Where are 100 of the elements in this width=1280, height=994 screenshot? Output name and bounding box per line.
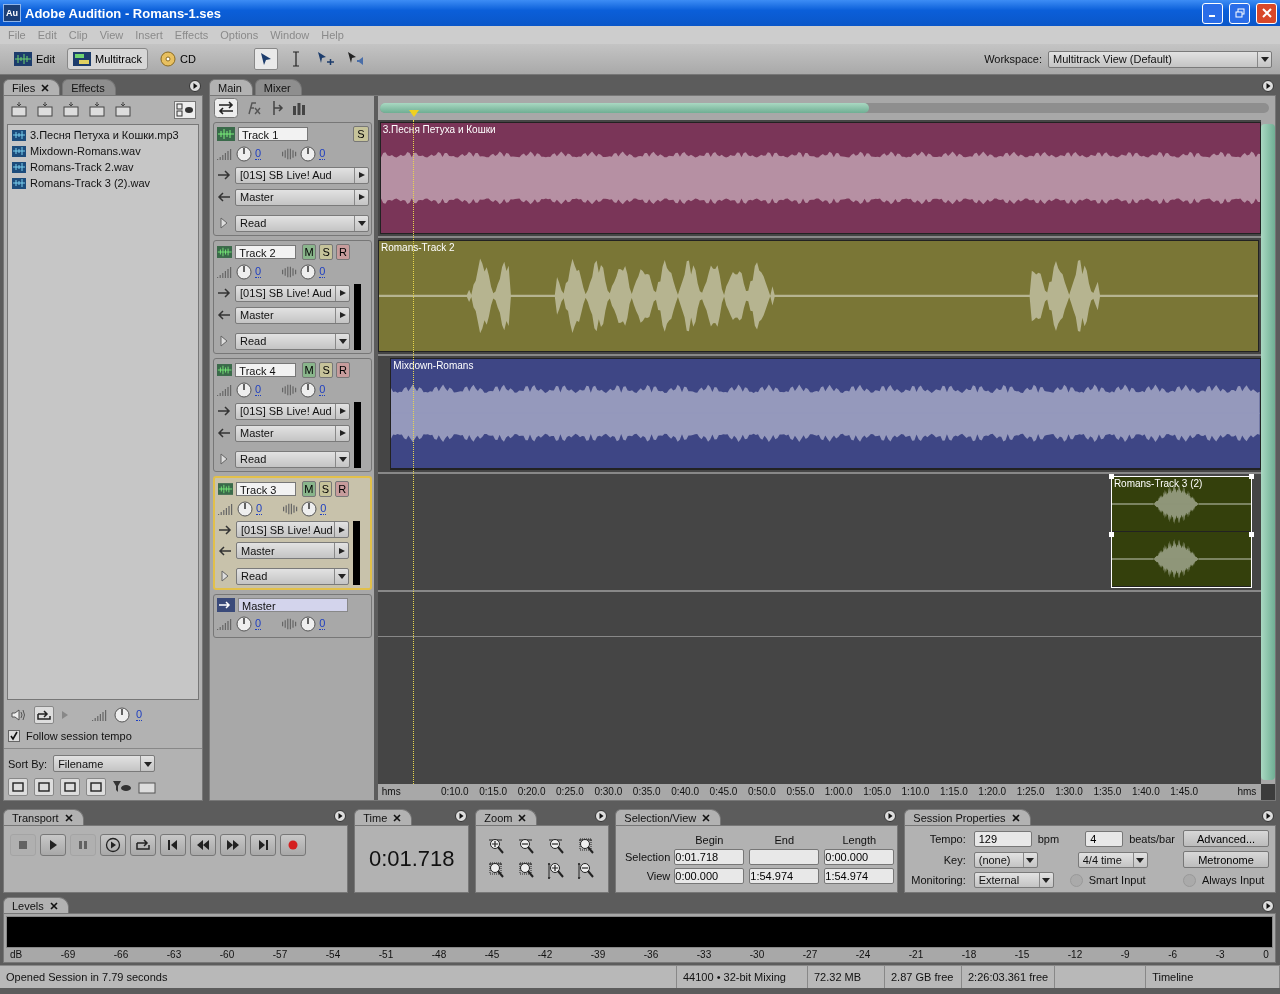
- panel-tab[interactable]: Main: [209, 79, 253, 95]
- pan-value[interactable]: 0: [319, 384, 326, 396]
- volume-value[interactable]: 0: [256, 503, 263, 515]
- end-field[interactable]: [749, 849, 820, 865]
- panel-tab[interactable]: Time: [354, 809, 413, 825]
- zoom-selection-icon[interactable]: [578, 838, 597, 856]
- track-name-field[interactable]: Track 2: [235, 245, 297, 259]
- zoom-selection-icon[interactable]: [518, 862, 537, 880]
- panel-tab[interactable]: Selection/View: [615, 809, 722, 825]
- pan-value[interactable]: 0: [319, 148, 326, 160]
- key-dropdown[interactable]: (none): [973, 851, 1038, 868]
- panel-tab[interactable]: Transport: [3, 809, 84, 825]
- show-options-icon[interactable]: [174, 101, 196, 119]
- time-ruler[interactable]: hms 0:10.0 0:15.0 0:20.0 0:25.0 0:30.0 0:35.0 0:40.0 0:45.0 0:50.0 0:55.0 1:00.0 1:05.0 1:10.0 1:15.0 1:20.0 1:25.0 1:30.0 1:35.0 1:40.0 1:45.0 hms: [378, 784, 1261, 800]
- workspace-dropdown[interactable]: Multitrack View (Default): [1048, 50, 1272, 68]
- volume-knob[interactable]: [236, 264, 252, 280]
- metronome-button[interactable]: Metronome: [1183, 851, 1269, 868]
- rewind-icon[interactable]: [195, 837, 211, 853]
- speaker-icon[interactable]: [8, 708, 28, 722]
- mute-button[interactable]: M: [301, 481, 316, 497]
- panel-menu-icon[interactable]: [1262, 810, 1274, 822]
- solo-button[interactable]: S: [319, 244, 334, 260]
- panel-tab[interactable]: Zoom: [475, 809, 538, 825]
- restore-icon[interactable]: [1234, 8, 1245, 18]
- pan-knob[interactable]: [300, 146, 317, 162]
- volume-knob[interactable]: [236, 616, 252, 632]
- pan-knob[interactable]: [300, 382, 317, 398]
- radio-button[interactable]: [1069, 873, 1083, 887]
- input-dropdown[interactable]: [01S] SB Live! Aud: [235, 166, 369, 184]
- sort-by-dropdown[interactable]: Filename: [53, 755, 156, 772]
- close-icon[interactable]: [393, 813, 402, 822]
- record-arm-button[interactable]: R: [336, 362, 350, 378]
- record-arm-button[interactable]: R: [335, 481, 349, 497]
- volume-value[interactable]: 0: [255, 148, 262, 160]
- begin-field[interactable]: 0:00.000: [674, 868, 745, 884]
- track-header[interactable]: Track 4 M S R 0 0 [01S] SB Live! Aud Master Read: [213, 358, 372, 472]
- media-list-item[interactable]: Mixdown-Romans.wav: [12, 143, 194, 159]
- panel-tab[interactable]: Effects: [62, 79, 116, 95]
- play-button[interactable]: [40, 834, 66, 856]
- output-dropdown[interactable]: Master: [235, 424, 350, 442]
- track-name-field[interactable]: Track 3: [236, 482, 296, 496]
- end-field[interactable]: 1:54.974: [749, 868, 820, 884]
- track-header[interactable]: Track 1 S 0 0 [01S] SB Live! Aud Master Read: [213, 122, 372, 236]
- vertical-scrollbar[interactable]: [1261, 120, 1275, 784]
- loop-button[interactable]: [130, 834, 156, 856]
- track-header[interactable]: Track 3 M S R 0 0 [01S] SB Live! Aud Master Read: [213, 476, 372, 590]
- input-dropdown[interactable]: [01S] SB Live! Aud: [236, 521, 349, 539]
- input-dropdown[interactable]: [01S] SB Live! Aud: [235, 402, 350, 420]
- close-icon[interactable]: [1011, 813, 1020, 822]
- audio-clip[interactable]: Romans-Track 3 (2): [1110, 476, 1253, 588]
- volume-knob[interactable]: [237, 501, 253, 517]
- mute-button[interactable]: M: [302, 244, 317, 260]
- minimize-button[interactable]: [1202, 2, 1223, 24]
- square-icon[interactable]: [38, 782, 50, 792]
- play-from-cursor-button[interactable]: [100, 834, 126, 856]
- fast-forward-icon[interactable]: [225, 837, 241, 853]
- audio-clip[interactable]: Romans-Track 2: [378, 240, 1260, 352]
- pan-knob[interactable]: [300, 264, 317, 280]
- routing-icon[interactable]: [270, 100, 284, 116]
- pan-value[interactable]: 0: [319, 618, 326, 630]
- advanced-button[interactable]: Advanced...: [1183, 830, 1269, 847]
- mode-button[interactable]: Multitrack: [66, 48, 149, 70]
- length-field[interactable]: 0:00.000: [824, 849, 895, 865]
- mute-button[interactable]: M: [302, 362, 317, 378]
- time-signature-dropdown[interactable]: 4/4 time: [1077, 851, 1148, 868]
- panel-menu-icon[interactable]: [1262, 900, 1274, 912]
- mode-button[interactable]: CD: [154, 48, 202, 70]
- swap-icon[interactable]: [214, 98, 238, 118]
- panel-menu-icon[interactable]: [189, 80, 201, 92]
- resize-handle[interactable]: [1108, 474, 1114, 479]
- go-start-button[interactable]: [160, 834, 186, 856]
- loop-icon[interactable]: [37, 710, 51, 720]
- media-list-item[interactable]: Romans-Track 3 (2).wav: [12, 175, 194, 191]
- pan-value[interactable]: 0: [319, 266, 326, 278]
- automation-dropdown[interactable]: Read: [235, 450, 350, 468]
- panel-tab[interactable]: Levels: [3, 897, 69, 913]
- panel-menu-icon[interactable]: [455, 810, 468, 822]
- solo-button[interactable]: S: [319, 362, 334, 378]
- zoom-out-icon[interactable]: [518, 838, 537, 856]
- automation-dropdown[interactable]: Read: [235, 332, 350, 350]
- audio-clip[interactable]: Mixdown-Romans: [390, 358, 1261, 470]
- master-track-header[interactable]: Master 0 0: [213, 594, 372, 638]
- volume-knob[interactable]: [236, 146, 252, 162]
- pan-knob[interactable]: [300, 616, 317, 632]
- zoom-out-icon[interactable]: [548, 838, 567, 856]
- volume-knob[interactable]: [114, 707, 130, 723]
- close-icon[interactable]: [702, 813, 711, 822]
- square-icon[interactable]: [64, 782, 76, 792]
- close-icon[interactable]: [49, 901, 58, 910]
- radio-button[interactable]: [1183, 873, 1196, 887]
- panel-tab[interactable]: Mixer: [254, 79, 302, 95]
- panel-menu-icon[interactable]: [884, 810, 897, 822]
- panel-menu-icon[interactable]: [334, 810, 347, 822]
- loop-icon[interactable]: [135, 837, 151, 853]
- close-icon[interactable]: [41, 83, 50, 92]
- track-header[interactable]: Track 2 M S R 0 0 [01S] SB Live! Aud Master Read: [213, 240, 372, 354]
- horizontal-scrollbar[interactable]: [380, 103, 1269, 113]
- panel-tab[interactable]: Files: [3, 79, 61, 95]
- output-dropdown[interactable]: Master: [236, 542, 349, 560]
- bars-icon[interactable]: [292, 101, 306, 115]
